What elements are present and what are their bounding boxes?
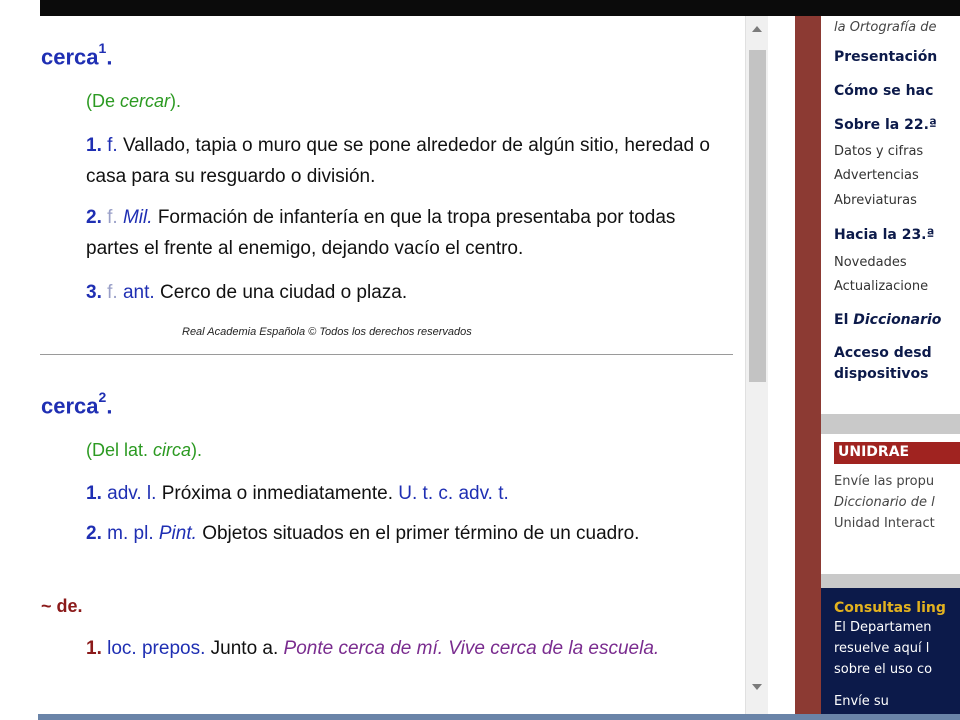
panel-gap bbox=[768, 16, 795, 714]
sense-text: Próxima o inmediatamente. bbox=[161, 483, 393, 504]
gram-abbr[interactable]: f. bbox=[107, 282, 118, 303]
unidrae-text-line: Envíe las propu bbox=[834, 474, 935, 489]
sidebar-links-box: la Ortografía de Presentación Cómo se ha… bbox=[821, 16, 960, 414]
sense-1-3: 3. f. ant. Cerco de una ciudad o plaza. bbox=[86, 277, 726, 308]
unidrae-text-line: Diccionario de l bbox=[834, 495, 935, 510]
sense-text: Objetos situados en el primer término de… bbox=[202, 523, 640, 544]
sense-text: Formación de infantería en que la tropa … bbox=[86, 207, 676, 259]
usage-note[interactable]: U. t. c. adv. t. bbox=[398, 483, 509, 504]
sidebar-item-advertencias[interactable]: Advertencias bbox=[834, 168, 919, 183]
sense-text: Vallado, tapia o muro que se pone alrede… bbox=[86, 135, 710, 187]
dictionary-content: cerca1. (De cercar). 1. f. Vallado, tapi… bbox=[0, 16, 745, 714]
bottom-status-bar bbox=[38, 714, 960, 720]
gram-abbr[interactable]: f. bbox=[107, 135, 118, 156]
locution-sense-1: 1. loc. prepos. Junto a. Ponte cerca de … bbox=[86, 633, 726, 664]
sense-text: Junto a. bbox=[210, 638, 279, 659]
sidebar-item-actualizaciones[interactable]: Actualizacione bbox=[834, 279, 928, 294]
sidebar-item-sobre-22[interactable]: Sobre la 22.ª bbox=[834, 117, 937, 133]
sidebar-item-presentacion[interactable]: Presentación bbox=[834, 49, 937, 65]
sense-number: 1. bbox=[86, 483, 102, 504]
ortografia-text[interactable]: la Ortografía de bbox=[834, 20, 936, 35]
sidebar-item-el-diccionario[interactable]: El Diccionario bbox=[834, 312, 941, 328]
scroll-down-icon[interactable] bbox=[752, 684, 762, 690]
sense-number: 1. bbox=[86, 638, 102, 659]
lemma-word: cerca bbox=[41, 393, 99, 419]
consultas-text-line: resuelve aquí l bbox=[834, 641, 930, 656]
field-abbr[interactable]: Mil. bbox=[123, 207, 153, 228]
gram-abbr[interactable]: f. bbox=[107, 207, 118, 228]
vertical-scrollbar[interactable] bbox=[745, 16, 768, 714]
sense-number: 2. bbox=[86, 207, 102, 228]
etym-latin: circa bbox=[153, 440, 192, 460]
lemma-superscript: 2 bbox=[98, 389, 107, 405]
top-window-bar bbox=[40, 0, 960, 16]
field-abbr[interactable]: Pint. bbox=[159, 523, 197, 544]
scroll-thumb[interactable] bbox=[749, 50, 766, 382]
consultas-text-line: sobre el uso co bbox=[834, 662, 933, 677]
sidebar-item-novedades[interactable]: Novedades bbox=[834, 255, 907, 270]
sidebar-item-acceso[interactable]: Acceso desd bbox=[834, 345, 932, 361]
etym-prefix: (Del lat. bbox=[86, 440, 154, 460]
usage-abbr[interactable]: ant. bbox=[123, 282, 155, 303]
unidrae-box: UNIDRAE Envíe las propu Diccionario de l… bbox=[821, 434, 960, 574]
sense-1-1: 1. f. Vallado, tapia o muro que se pone … bbox=[86, 130, 726, 192]
unidrae-text-line: Unidad Interact bbox=[834, 516, 935, 531]
etymology-1: (De cercar). bbox=[86, 91, 181, 112]
unidrae-heading[interactable]: UNIDRAE bbox=[834, 442, 960, 464]
sense-number: 3. bbox=[86, 282, 102, 303]
sidebar-item-como-se-hace[interactable]: Cómo se hac bbox=[834, 83, 933, 99]
sidebar-item-hacia-23[interactable]: Hacia la 23.ª bbox=[834, 227, 934, 243]
etym-suffix: ). bbox=[170, 91, 182, 111]
consultas-text-line: El Departamen bbox=[834, 620, 932, 635]
sidebar-item-dispositivos[interactable]: dispositivos bbox=[834, 366, 929, 382]
copyright-notice: Real Academia Española © Todos los derec… bbox=[182, 326, 472, 338]
etym-suffix: ). bbox=[191, 440, 203, 460]
gram-abbr[interactable]: loc. prepos. bbox=[107, 638, 205, 659]
lemma-superscript: 1 bbox=[98, 40, 107, 56]
sense-number: 1. bbox=[86, 135, 102, 156]
scroll-up-icon[interactable] bbox=[752, 26, 762, 32]
consultas-link[interactable]: Envíe su bbox=[834, 694, 889, 709]
lemma-heading-1: cerca1. bbox=[41, 40, 113, 70]
sidebar-item-datos[interactable]: Datos y cifras bbox=[834, 144, 923, 159]
gram-abbr[interactable]: adv. l. bbox=[107, 483, 156, 504]
usage-example: Ponte cerca de mí. Vive cerca de la escu… bbox=[283, 638, 660, 659]
right-sidebar: la Ortografía de Presentación Cómo se ha… bbox=[795, 16, 960, 714]
etym-link[interactable]: cercar bbox=[120, 91, 170, 111]
etymology-2: (Del lat. circa). bbox=[86, 440, 202, 461]
entry-divider bbox=[40, 354, 733, 355]
etym-prefix: (De bbox=[86, 91, 121, 111]
lemma-heading-2: cerca2. bbox=[41, 389, 113, 419]
lemma-word: cerca bbox=[41, 44, 99, 70]
sidebar-item-abreviaturas[interactable]: Abreviaturas bbox=[834, 193, 917, 208]
gram-abbr[interactable]: m. pl. bbox=[107, 523, 153, 544]
sense-1-2: 2. f. Mil. Formación de infantería en qu… bbox=[86, 202, 726, 264]
sense-2-2: 2. m. pl. Pint. Objetos situados en el p… bbox=[86, 518, 726, 549]
consultas-box: Consultas ling El Departamen resuelve aq… bbox=[821, 588, 960, 714]
consultas-heading[interactable]: Consultas ling bbox=[834, 600, 946, 616]
sense-number: 2. bbox=[86, 523, 102, 544]
locution-heading: ~ de. bbox=[41, 596, 83, 616]
sense-text: Cerco de una ciudad o plaza. bbox=[159, 282, 408, 303]
sense-2-1: 1. adv. l. Próxima o inmediatamente. U. … bbox=[86, 478, 726, 509]
